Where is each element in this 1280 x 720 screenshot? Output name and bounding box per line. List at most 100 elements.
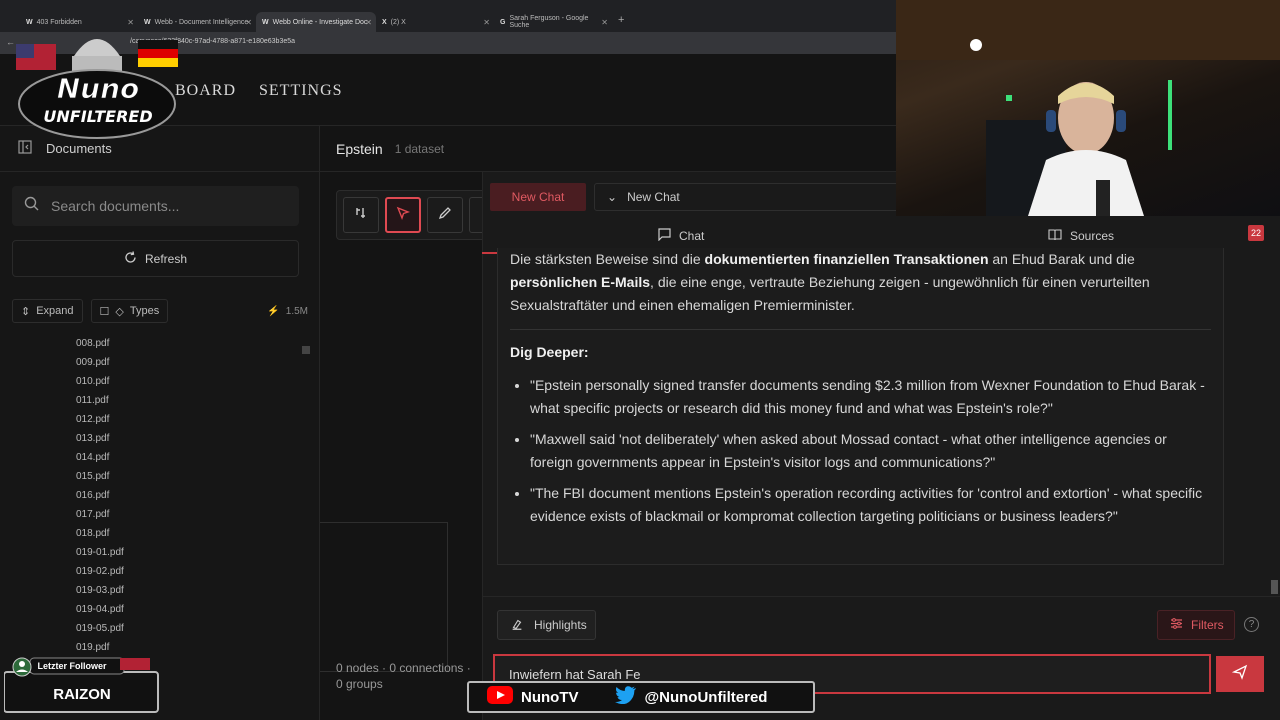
- list-item[interactable]: 012.pdf: [76, 410, 276, 429]
- suggestion-item[interactable]: "Epstein personally signed transfer docu…: [530, 374, 1211, 420]
- dataset-count: 1 dataset: [394, 141, 445, 156]
- filters-label: Filters: [1191, 618, 1224, 632]
- scrollbar[interactable]: [1271, 580, 1278, 594]
- close-icon[interactable]: ✕: [365, 18, 372, 27]
- highlights-label: Highlights: [534, 618, 587, 632]
- types-label: Types: [129, 305, 160, 317]
- tab-label: Sarah Ferguson - Google Suche: [509, 15, 589, 29]
- search-icon: [24, 196, 39, 216]
- divider: [510, 329, 1211, 330]
- pen-tool-button[interactable]: [427, 197, 463, 233]
- assistant-message: Die stärksten Beweise sind die dokumenti…: [497, 248, 1224, 565]
- list-item[interactable]: 019-01.pdf: [76, 543, 276, 562]
- list-item[interactable]: 019.pdf: [76, 638, 276, 657]
- chevron-down-icon: ⌄: [607, 190, 618, 204]
- logo-text-unfiltered: UNFILTERED: [43, 107, 152, 126]
- social-bar: NunoTV @NunoUnfiltered: [467, 681, 815, 713]
- checkbox-icon[interactable]: ☐: [100, 305, 110, 318]
- document-search[interactable]: [12, 186, 299, 226]
- search-input[interactable]: [51, 198, 271, 214]
- list-item[interactable]: 019-04.pdf: [76, 600, 276, 619]
- close-icon[interactable]: ✕: [245, 18, 252, 27]
- list-item[interactable]: 009.pdf: [76, 353, 276, 372]
- canvas-status: 0 nodes · 0 connections · 0 groups: [336, 661, 471, 691]
- refresh-button[interactable]: Refresh: [12, 240, 299, 277]
- list-item[interactable]: 019-03.pdf: [76, 581, 276, 600]
- nav-settings[interactable]: SETTINGS: [259, 82, 343, 100]
- list-item[interactable]: 016.pdf: [76, 486, 276, 505]
- nav-board[interactable]: BOARD: [175, 82, 236, 100]
- documents-sidebar: Documents Refresh ⇕ Expand ☐ ◇ Types: [0, 126, 320, 720]
- help-icon[interactable]: ?: [1244, 617, 1259, 632]
- tab-chat[interactable]: Chat: [658, 228, 704, 244]
- list-item[interactable]: 017.pdf: [76, 505, 276, 524]
- answer-paragraph: Die stärksten Beweise sind die dokumenti…: [510, 248, 1211, 317]
- tab-label: 403 Forbidden: [36, 18, 82, 26]
- list-item[interactable]: 013.pdf: [76, 429, 276, 448]
- follower-name: RAIZON: [53, 686, 111, 703]
- cursor-icon: [395, 205, 411, 226]
- chat-selector[interactable]: ⌄ New Chat: [594, 183, 900, 211]
- expand-button[interactable]: ⇕ Expand: [12, 299, 83, 323]
- webcam-overlay: [896, 0, 1280, 216]
- tab-sources[interactable]: Sources: [1048, 228, 1114, 244]
- list-item[interactable]: 019-02.pdf: [76, 562, 276, 581]
- size-value: 1.5M: [285, 305, 308, 317]
- hand-icon: [353, 205, 369, 226]
- answer-bold: persönlichen E-Mails: [510, 274, 651, 290]
- canvas-title: Epstein: [336, 140, 383, 157]
- refresh-icon: [124, 250, 137, 267]
- twitter-icon: [614, 686, 637, 708]
- browser-tab-5[interactable]: G Sarah Ferguson - Google Suche ✕: [494, 12, 612, 32]
- refresh-label: Refresh: [144, 251, 188, 266]
- pan-tool-button[interactable]: [343, 197, 379, 233]
- types-button[interactable]: ☐ ◇ Types: [90, 299, 169, 323]
- youtube-handle: NunoTV: [521, 688, 579, 706]
- follower-frame: Letzter Follower RAIZON: [3, 657, 159, 713]
- close-icon[interactable]: ✕: [601, 18, 608, 27]
- bolt-icon: ⚡: [267, 305, 280, 317]
- new-tab-icon[interactable]: +: [618, 14, 624, 26]
- tag-icon: ◇: [115, 305, 124, 318]
- youtube-icon: [487, 686, 513, 708]
- divider: [482, 596, 1280, 597]
- highlights-button[interactable]: Highlights: [497, 610, 596, 640]
- list-item[interactable]: 010.pdf: [76, 372, 276, 391]
- webcam-feed: [896, 0, 1280, 216]
- file-list: 008.pdf 009.pdf 010.pdf 011.pdf 012.pdf …: [76, 334, 276, 657]
- list-item[interactable]: 018.pdf: [76, 524, 276, 543]
- browser-tab-4[interactable]: X (2) X ✕: [376, 12, 494, 32]
- tab-favicon: W: [144, 18, 151, 26]
- answer-text: an Ehud Barak und die: [988, 251, 1135, 267]
- list-item[interactable]: 008.pdf: [76, 334, 276, 353]
- scrollbar[interactable]: [302, 346, 310, 354]
- browser-tab-3[interactable]: W Webb Online - Investigate Doc ✕: [256, 12, 376, 32]
- send-button[interactable]: [1216, 656, 1264, 692]
- new-chat-button[interactable]: New Chat: [490, 183, 586, 211]
- list-item[interactable]: 015.pdf: [76, 467, 276, 486]
- filters-button[interactable]: Filters: [1157, 610, 1235, 640]
- logo-text-nuno: Nuno: [57, 72, 140, 105]
- suggestion-list: "Epstein personally signed transfer docu…: [510, 374, 1211, 528]
- tab-favicon: G: [500, 18, 506, 26]
- list-item[interactable]: 014.pdf: [76, 448, 276, 467]
- suggestion-item[interactable]: "Maxwell said 'not deliberately' when as…: [530, 428, 1211, 474]
- dataset-size: ⚡ 1.5M: [267, 306, 308, 317]
- suggestion-item[interactable]: "The FBI document mentions Epstein's ope…: [530, 482, 1211, 528]
- close-icon[interactable]: ✕: [483, 18, 490, 27]
- select-tool-button[interactable]: [385, 197, 421, 233]
- list-item[interactable]: 019-05.pdf: [76, 619, 276, 638]
- expand-label: Expand: [36, 305, 74, 317]
- dig-deeper-heading: Dig Deeper:: [510, 344, 589, 360]
- tab-favicon: X: [382, 18, 387, 26]
- nuno-logo-graphic: Nuno UNFILTERED: [16, 39, 178, 139]
- answer-text: Die stärksten Beweise sind die: [510, 251, 705, 267]
- tab-sources-label: Sources: [1070, 229, 1115, 243]
- tab-label: Webb Online - Investigate Doc: [272, 18, 368, 26]
- canvas-header: Epstein 1 dataset: [320, 126, 900, 172]
- canvas-area[interactable]: [320, 522, 448, 672]
- expand-icon: ⇕: [21, 305, 31, 318]
- tab-favicon: W: [26, 18, 33, 26]
- list-item[interactable]: 011.pdf: [76, 391, 276, 410]
- pencil-icon: [437, 205, 453, 226]
